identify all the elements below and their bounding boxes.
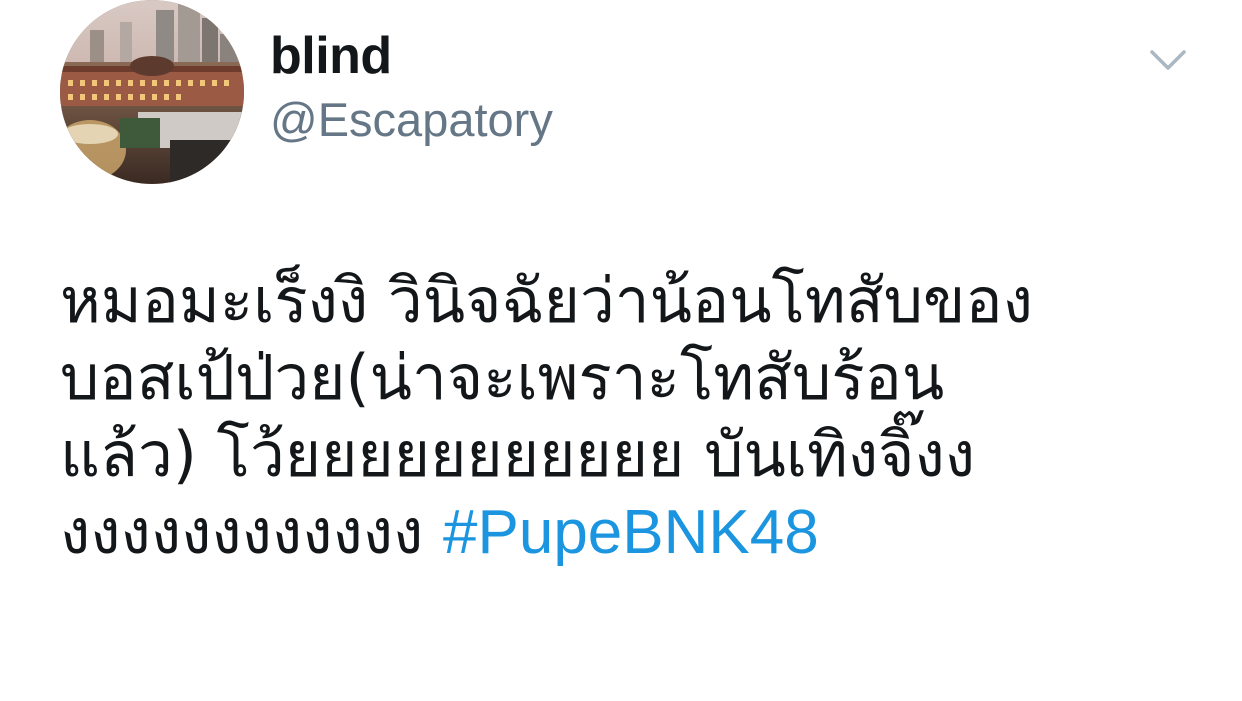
tweet-text-line: หมอมะเร็งงิ วินิจฉัยว่าน้อนโทสับของ bbox=[60, 264, 1033, 337]
author-avatar[interactable] bbox=[60, 0, 244, 184]
author-display-name[interactable]: blind bbox=[270, 26, 392, 86]
tweet-text: หมอมะเร็งงิ วินิจฉัยว่าน้อนโทสับของ บอสเ… bbox=[60, 262, 1200, 571]
tweet-card: blind @Escapatory หมอมะเร็งงิ วินิจฉัยว่… bbox=[0, 0, 1242, 701]
tweet-menu-button[interactable] bbox=[1146, 42, 1190, 78]
tweet-text-line: แล้ว) โว้ยยยยยยยยยยย บันเทิงจิ๊งง bbox=[60, 418, 976, 491]
tweet-text-line: งงงงงงงงงงงง bbox=[60, 495, 424, 568]
tweet-text-line: บอสเป้ป่วย(น่าจะเพราะโทสับร้อน bbox=[60, 341, 945, 414]
hashtag-link[interactable]: #PupeBNK48 bbox=[443, 498, 819, 567]
chevron-down-icon bbox=[1150, 50, 1186, 70]
avatar-photo-icon bbox=[60, 0, 244, 184]
author-handle[interactable]: @Escapatory bbox=[270, 92, 553, 148]
